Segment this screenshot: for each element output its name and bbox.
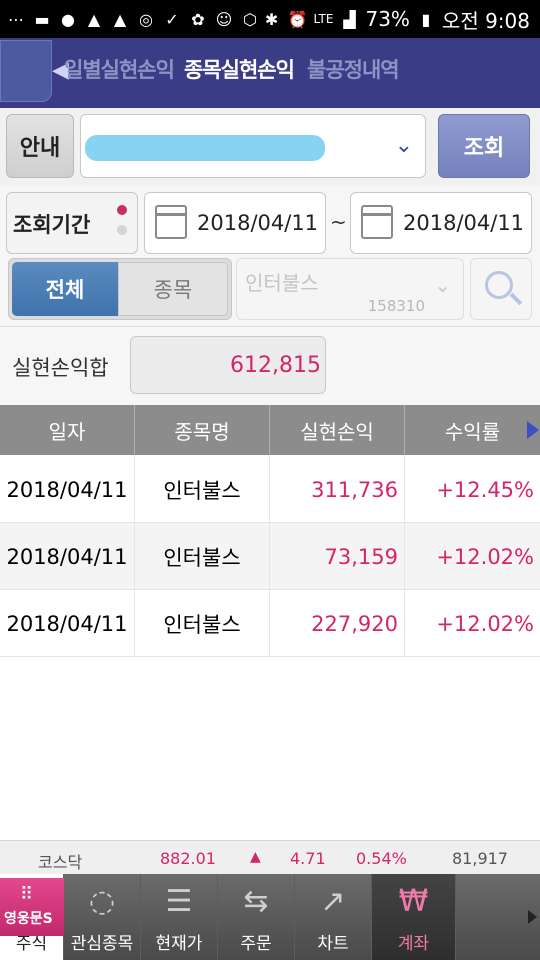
search-icon-handle xyxy=(509,292,523,306)
bag2-icon: ▲ xyxy=(113,9,127,29)
stock-select[interactable]: 인터불스 ⌄ 158310 xyxy=(236,258,464,320)
nav-chart[interactable]: ↗ 차트 xyxy=(295,874,372,960)
nav-label: 계좌 xyxy=(397,934,430,954)
index-change-pct: 0.54% xyxy=(356,849,407,868)
scroll-right-icon[interactable] xyxy=(527,421,539,439)
period-dot-active[interactable] xyxy=(117,205,127,215)
total-value-box: 612,815 xyxy=(130,336,326,394)
app-icon: ◎ xyxy=(139,9,153,29)
cell-name: 인터불스 xyxy=(135,590,270,657)
period-label: 조회기간 xyxy=(13,213,91,237)
nav-scroll-right-icon[interactable] xyxy=(528,910,537,924)
cell-pnl: 311,736 xyxy=(270,456,405,523)
chat-icon: ▬ xyxy=(34,9,50,29)
total-label: 실현손익합 xyxy=(12,356,109,380)
back-button[interactable] xyxy=(0,40,52,102)
alarm-icon: ⏰ xyxy=(287,9,308,29)
app-logo: ⠿ 영웅문S xyxy=(0,878,64,936)
dots-icon: ⋯ xyxy=(8,9,24,29)
cell-date: 2018/04/11 xyxy=(0,590,135,657)
talk-icon: ● xyxy=(61,9,75,29)
cell-rate: +12.45% xyxy=(436,477,534,502)
logo-text: 영웅문S xyxy=(4,911,53,927)
won-icon: ₩ xyxy=(398,884,429,919)
face-icon: ☺ xyxy=(215,9,233,29)
segment-all[interactable]: 전체 xyxy=(12,262,118,316)
grid-icon: ⠿ xyxy=(20,884,34,905)
battery-percent: 73% xyxy=(365,7,410,31)
nav-stock[interactable]: ⠿ 영웅문S 주식 xyxy=(0,874,64,960)
masked-account xyxy=(85,135,325,161)
clock: 오전 9:08 xyxy=(441,8,530,33)
end-date: 2018/04/11 xyxy=(403,211,525,235)
signal-icon: ▟ xyxy=(343,9,356,29)
table-row[interactable]: 2018/04/11 인터불스 227,920 +12.02% xyxy=(0,590,540,657)
cell-pnl: 227,920 xyxy=(270,590,405,657)
bottom-nav: ⠿ 영웅문S 주식 ◌ 관심종목 ☰ 현재가 ⇆ 주문 ↗ 차트 ₩ 계좌 xyxy=(0,874,540,960)
calendar-icon xyxy=(155,205,187,239)
bag-icon: ▲ xyxy=(87,9,101,29)
start-date-field[interactable]: 2018/04/11 xyxy=(144,192,326,254)
bluetooth-icon: ✱ xyxy=(264,9,279,29)
battery-icon: ▮ xyxy=(421,9,431,29)
up-arrow-icon: ▲ xyxy=(250,849,261,865)
chart-icon: ↗ xyxy=(320,884,346,919)
guide-button[interactable]: 안내 xyxy=(6,114,74,178)
start-date: 2018/04/11 xyxy=(197,211,319,235)
status-bar: ⋯ ▬ ● ▲ ▲ ◎ ✓ ✿ ☺ ⬡ ✱ ⏰ LTE ▟ 73% ▮ 오전 9… xyxy=(0,0,540,38)
calendar-icon xyxy=(361,205,393,239)
chevron-down-icon: ⌄ xyxy=(394,133,413,158)
cell-name: 인터불스 xyxy=(135,523,270,590)
cell-name: 인터불스 xyxy=(135,456,270,523)
col-name: 종목명 xyxy=(135,405,270,455)
nav-label: 주문 xyxy=(240,934,272,954)
date-separator: ~ xyxy=(330,210,347,234)
index-ticker[interactable]: 코스닥 882.01 ▲ 4.71 0.54% 81,917 xyxy=(0,840,540,874)
cell-rate: +12.02% xyxy=(436,611,534,636)
index-volume: 81,917 xyxy=(452,849,508,868)
index-change: 4.71 xyxy=(290,849,326,868)
end-date-field[interactable]: 2018/04/11 xyxy=(350,192,532,254)
refresh-circle-icon: ◌ xyxy=(88,884,116,919)
index-name: 코스닥 xyxy=(38,853,83,872)
tab-stock-pnl[interactable]: 종목실현손익 xyxy=(184,54,295,84)
swap-arrows-icon: ⇆ xyxy=(243,884,269,919)
tab-unfair-trades[interactable]: 불공정내역 xyxy=(307,54,400,84)
nav-price[interactable]: ☰ 현재가 xyxy=(141,874,218,960)
cell-date: 2018/04/11 xyxy=(0,456,135,523)
cell-pnl: 73,159 xyxy=(270,523,405,590)
nav-label: 현재가 xyxy=(155,934,203,954)
col-date: 일자 xyxy=(0,405,135,455)
cell-date: 2018/04/11 xyxy=(0,523,135,590)
total-value: 612,815 xyxy=(230,353,321,378)
check-icon: ✓ xyxy=(165,9,179,29)
period-label-box: 조회기간 xyxy=(6,192,138,254)
nav-account[interactable]: ₩ 계좌 xyxy=(372,874,456,960)
col-pnl: 실현손익 xyxy=(270,405,405,455)
chevron-down-icon: ⌄ xyxy=(434,273,451,297)
table-row[interactable]: 2018/04/11 인터불스 73,159 +12.02% xyxy=(0,523,540,590)
leaf-icon: ✿ xyxy=(191,9,205,29)
price-bars-icon: ☰ xyxy=(165,884,193,919)
search-button[interactable] xyxy=(470,258,532,320)
table-row[interactable]: 2018/04/11 인터불스 311,736 +12.45% xyxy=(0,456,540,523)
notification-icons: ⋯ ▬ ● ▲ ▲ ◎ ✓ ✿ ☺ ⬡ xyxy=(6,10,260,29)
stock-name: 인터불스 xyxy=(245,271,319,295)
period-dot-inactive[interactable] xyxy=(117,225,127,235)
network-label: LTE xyxy=(313,12,334,26)
hex-icon: ⬡ xyxy=(243,9,257,29)
nav-watchlist[interactable]: ◌ 관심종목 xyxy=(64,874,141,960)
index-value: 882.01 xyxy=(160,849,216,868)
col-rate: 수익률 xyxy=(444,419,501,444)
tab-daily-pnl[interactable]: 일별실현손익 xyxy=(64,54,175,84)
stock-code: 158310 xyxy=(367,297,425,315)
query-button[interactable]: 조회 xyxy=(438,114,530,178)
cell-rate: +12.02% xyxy=(436,544,534,569)
segment-stock[interactable]: 종목 xyxy=(118,262,228,316)
nav-label: 차트 xyxy=(317,934,349,954)
nav-order[interactable]: ⇆ 주문 xyxy=(218,874,295,960)
account-select[interactable]: ⌄ xyxy=(80,114,426,178)
nav-label: 관심종목 xyxy=(70,934,134,954)
table-header: 일자 종목명 실현손익 수익률 xyxy=(0,405,540,455)
